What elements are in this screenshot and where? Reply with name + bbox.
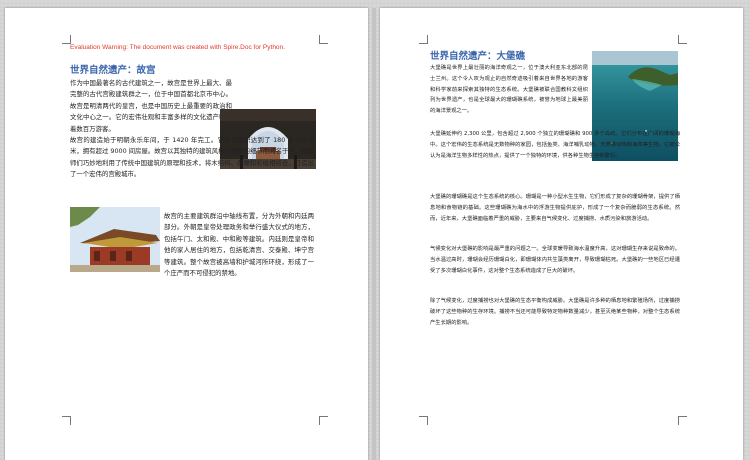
palace-roof-photo bbox=[70, 207, 160, 272]
page2-heading: 世界自然遗产：大堡礁 bbox=[430, 51, 526, 62]
crop-mark bbox=[319, 416, 328, 425]
crop-mark bbox=[678, 416, 687, 425]
page2-paragraph-2: 大堡礁延伸约 2,300 公里，包含超过 2,900 个独立的珊瑚礁和 900 … bbox=[430, 131, 680, 159]
crop-mark bbox=[62, 35, 71, 44]
crop-mark bbox=[62, 416, 71, 425]
page2-paragraph-1: 大堡礁是世界上最壮丽的海洋奇观之一，位于澳大利亚东北部的昆士兰州。这个令人叹为观… bbox=[430, 65, 588, 115]
page-1: Evaluation Warning: The document was cre… bbox=[5, 8, 368, 460]
page2-paragraph-3: 大堡礁的珊瑚礁是这个生态系统的核心。珊瑚是一种小型水生生物，它们形成了复杂的珊瑚… bbox=[430, 194, 680, 222]
page-gap bbox=[372, 8, 376, 460]
crop-mark bbox=[419, 35, 428, 44]
page2-paragraph-4: 气候变化对大堡礁的影响是最严重的问题之一。全球变暖导致海水温度升高，这对珊瑚生存… bbox=[430, 246, 680, 274]
crop-mark bbox=[319, 35, 328, 44]
page1-heading: 世界自然遗产：故宫 bbox=[70, 65, 156, 76]
crop-mark bbox=[419, 416, 428, 425]
page1-paragraph-3: 故宫的主要建筑群沿中轴线布置，分为外朝和内廷两部分。外朝是皇帝处理政务和举行盛大… bbox=[164, 212, 314, 278]
evaluation-warning: Evaluation Warning: The document was cre… bbox=[70, 44, 285, 51]
page-2: 世界自然遗产：大堡礁 大堡礁是世界上最壮丽的海洋奇观之一，位于澳大利亚东北部的昆… bbox=[380, 8, 743, 460]
document-viewer[interactable]: Evaluation Warning: The document was cre… bbox=[0, 0, 750, 460]
crop-mark bbox=[678, 35, 687, 44]
page1-paragraph-1: 作为中国最著名的古代建筑之一，故宫是世界上最大、最完整的古代宫殿建筑群之一，位于… bbox=[70, 79, 232, 133]
page1-paragraph-2: 故宫的建造始于明朝永乐年间，于 1420 年完工。它的总面积达到了 180 多万… bbox=[70, 136, 314, 179]
page2-paragraph-5: 除了气候变化，过度捕捞也对大堡礁的生态平衡构成威胁。大堡礁是许多种的栖息地和繁殖… bbox=[430, 298, 680, 326]
